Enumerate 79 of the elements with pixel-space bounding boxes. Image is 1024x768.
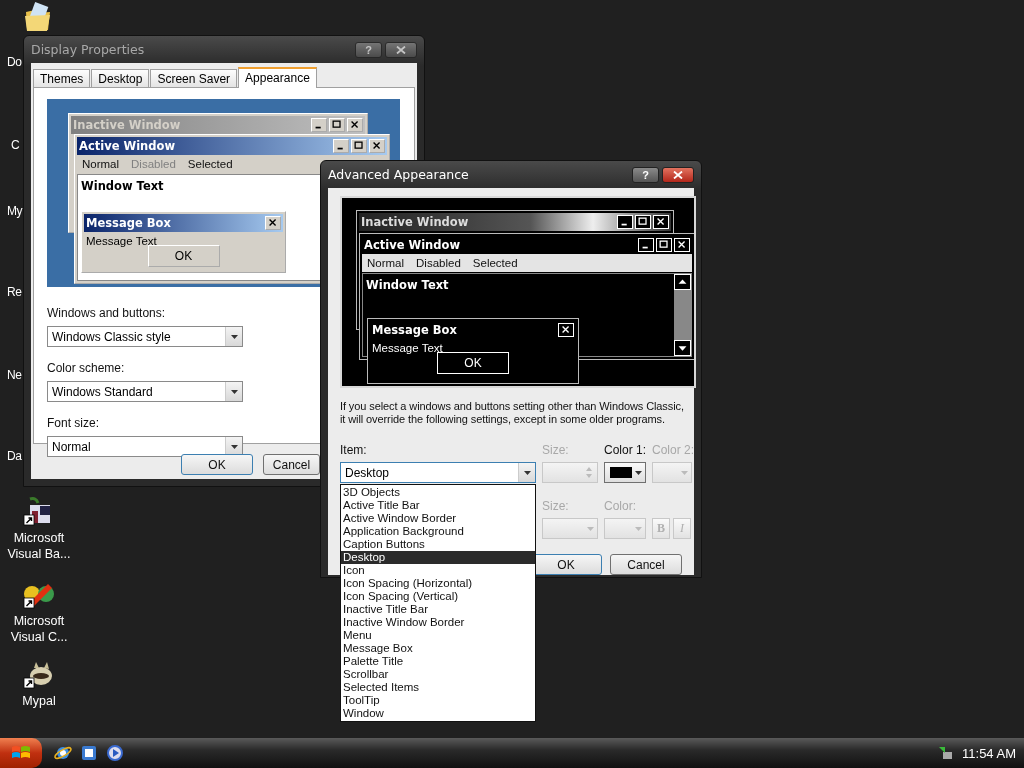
note-text: If you select a windows and buttons setting other than Windows Classic, it will override the following settings, except in some older programs. bbox=[340, 400, 685, 426]
maximize-icon bbox=[351, 139, 367, 153]
desktop-icon-label: Mypal bbox=[21, 693, 57, 709]
maximize-icon bbox=[635, 215, 651, 229]
field-label: Size: bbox=[542, 443, 569, 457]
field-label: Item: bbox=[340, 443, 367, 457]
close-icon bbox=[347, 118, 363, 132]
field-label: Color 2: bbox=[652, 443, 695, 457]
window-title: Active Window bbox=[79, 139, 176, 153]
message-text: Message Text bbox=[371, 341, 444, 354]
window-text: Window Text bbox=[80, 178, 165, 195]
window-title: Advanced Appearance bbox=[328, 167, 469, 182]
ok-button[interactable]: OK bbox=[437, 352, 509, 374]
tab[interactable]: Themes bbox=[33, 69, 91, 87]
desktop-icon-label: Microsoft Visual Ba... bbox=[6, 530, 72, 562]
close-icon bbox=[673, 170, 683, 179]
tab[interactable]: Screen Saver bbox=[150, 69, 238, 87]
close-icon bbox=[265, 216, 281, 230]
caret-icon bbox=[681, 470, 688, 475]
desktop-icon[interactable] bbox=[80, 744, 98, 762]
browser-icon[interactable] bbox=[54, 744, 72, 762]
caret-icon bbox=[635, 526, 642, 531]
tab[interactable]: Desktop bbox=[91, 69, 150, 87]
desktop-icon-label: C bbox=[11, 138, 20, 152]
window-title: Message Box bbox=[372, 323, 457, 337]
maximize-icon bbox=[329, 118, 345, 132]
desktop-icon-label: Da bbox=[7, 449, 22, 463]
cancel-button[interactable]: Cancel bbox=[610, 554, 682, 575]
dropdown-option[interactable]: Desktop bbox=[341, 551, 535, 564]
tab[interactable]: Appearance bbox=[238, 67, 317, 88]
color-picker[interactable] bbox=[604, 462, 646, 483]
ok-button[interactable]: OK bbox=[181, 454, 253, 475]
start-button[interactable] bbox=[0, 738, 42, 768]
caret-icon bbox=[587, 526, 594, 531]
minimize-icon bbox=[333, 139, 349, 153]
minimize-icon bbox=[617, 215, 633, 229]
close-icon bbox=[369, 139, 385, 153]
caret-icon bbox=[230, 389, 238, 394]
folder-icon bbox=[24, 2, 52, 32]
caret-icon bbox=[523, 470, 531, 475]
desktop-icon-label: My bbox=[7, 204, 22, 218]
window-text: Window Text bbox=[365, 277, 450, 294]
caret-icon bbox=[230, 334, 238, 339]
color-picker[interactable] bbox=[604, 518, 646, 539]
field-label: Color scheme: bbox=[47, 361, 125, 375]
window-title: Display Properties bbox=[31, 42, 145, 57]
help-button[interactable]: ? bbox=[355, 41, 382, 58]
close-button[interactable] bbox=[385, 41, 417, 58]
field-label: Font size: bbox=[47, 416, 100, 430]
cancel-button[interactable]: Cancel bbox=[263, 454, 320, 475]
desktop-icon-label: Do bbox=[7, 55, 22, 69]
ok-button[interactable]: OK bbox=[147, 245, 220, 267]
field-label: Color: bbox=[604, 499, 636, 513]
network-icon[interactable] bbox=[938, 745, 955, 761]
window-title: Inactive Window bbox=[73, 118, 181, 132]
window-title: Message Box bbox=[86, 216, 171, 230]
color-picker[interactable] bbox=[652, 462, 692, 483]
close-button[interactable] bbox=[662, 166, 694, 183]
minimize-icon bbox=[311, 118, 327, 132]
item-dropdown[interactable]: Desktop bbox=[340, 462, 536, 483]
dropdown[interactable]: Windows Standard bbox=[47, 381, 243, 402]
dropdown[interactable]: Normal bbox=[47, 436, 243, 457]
media-player-icon[interactable] bbox=[106, 744, 124, 762]
field-label: Windows and buttons: bbox=[47, 306, 166, 320]
window-title: Inactive Window bbox=[361, 215, 469, 229]
dropdown[interactable]: Windows Classic style bbox=[47, 326, 243, 347]
menu-item: Disabled bbox=[131, 158, 176, 170]
desktop-icon-label: Ne bbox=[7, 368, 22, 382]
desktop-icon-label: Microsoft Visual C... bbox=[9, 613, 69, 645]
close-icon bbox=[396, 45, 406, 54]
window-title: Active Window bbox=[364, 238, 461, 252]
caret-icon bbox=[635, 470, 642, 475]
clock: 11:54 AM bbox=[962, 745, 1016, 761]
field-label: Size: bbox=[542, 499, 569, 513]
close-icon bbox=[653, 215, 669, 229]
message-text: Message Text bbox=[85, 234, 158, 247]
field-label: Color 1: bbox=[604, 443, 647, 457]
help-button[interactable]: ? bbox=[632, 166, 659, 183]
desktop-icon-label: Re bbox=[7, 285, 22, 299]
